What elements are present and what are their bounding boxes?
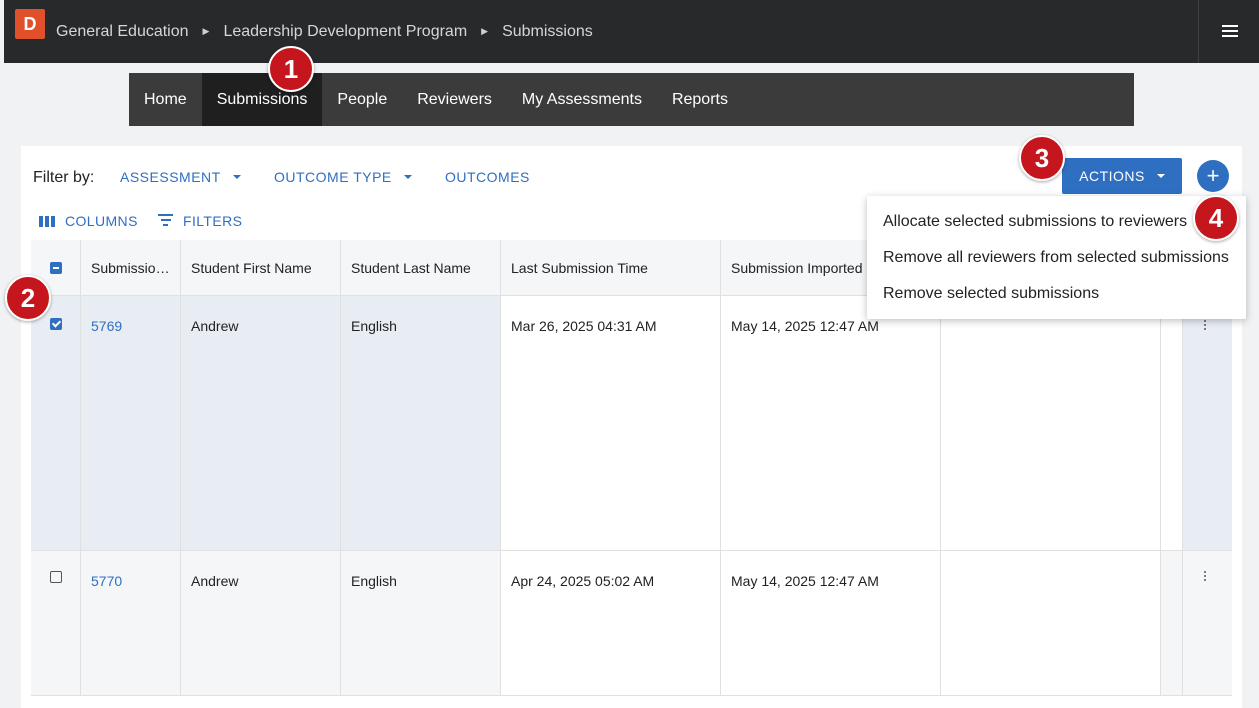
breadcrumb-general-education[interactable]: General Education <box>56 23 189 41</box>
tab-reviewers[interactable]: Reviewers <box>402 73 507 126</box>
first-name-cell: Andrew <box>181 551 341 695</box>
tab-reports[interactable]: Reports <box>657 73 743 126</box>
outcome-type-filter-button[interactable]: OUTCOME TYPE <box>274 169 412 185</box>
row-more-icon[interactable] <box>1204 571 1208 583</box>
header-first-name[interactable]: Student First Name <box>181 240 341 295</box>
menu-item-remove-reviewers[interactable]: Remove all reviewers from selected submi… <box>883 249 1229 267</box>
header-submission-id[interactable]: Submissio… <box>81 240 181 295</box>
first-name-cell: Andrew <box>181 296 341 550</box>
columns-button[interactable]: COLUMNS <box>39 213 138 229</box>
outcome-type-filter-label: OUTCOME TYPE <box>274 169 392 185</box>
last-submission-time-cell: Mar 26, 2025 04:31 AM <box>501 296 721 550</box>
last-name-cell: English <box>341 296 501 550</box>
breadcrumb-program[interactable]: Leadership Development Program <box>223 23 467 41</box>
step-badge-3: 3 <box>1019 135 1065 181</box>
submission-id-link[interactable]: 5770 <box>81 551 181 695</box>
select-all-checkbox[interactable] <box>50 262 62 274</box>
step-badge-2: 2 <box>5 275 51 321</box>
filter-label: Filter by: <box>33 169 95 186</box>
breadcrumb-submissions: Submissions <box>502 22 593 40</box>
assessment-filter-button[interactable]: ASSESSMENT <box>120 169 241 185</box>
header-last-submission-time[interactable]: Last Submission Time <box>501 240 721 295</box>
divider <box>1198 0 1199 63</box>
submission-id-link[interactable]: 5769 <box>81 296 181 550</box>
last-name-cell: English <box>341 551 501 695</box>
filter-lines-icon <box>158 213 173 229</box>
caret-down-icon <box>403 175 412 179</box>
step-badge-1: 1 <box>268 46 314 92</box>
tab-people[interactable]: People <box>322 73 402 126</box>
row-more-icon[interactable] <box>1204 320 1208 332</box>
table-row[interactable]: 5769 Andrew English Mar 26, 2025 04:31 A… <box>31 296 1232 551</box>
caret-down-icon <box>232 175 241 179</box>
columns-label: COLUMNS <box>65 213 138 229</box>
row-select-cell <box>31 296 81 550</box>
breadcrumb: General Education ▶ Leadership Developme… <box>56 0 593 63</box>
filters-button[interactable]: FILTERS <box>158 213 242 229</box>
chevron-right-icon: ▶ <box>481 26 489 36</box>
columns-icon <box>39 215 55 227</box>
hamburger-menu-icon[interactable] <box>1222 25 1238 38</box>
table-row[interactable]: 5770 Andrew English Apr 24, 2025 05:02 A… <box>31 551 1232 696</box>
app-logo[interactable]: D <box>15 9 45 39</box>
chevron-right-icon: ▶ <box>202 26 210 36</box>
menu-item-remove-submissions[interactable]: Remove selected submissions <box>883 285 1099 303</box>
tab-home[interactable]: Home <box>129 73 202 126</box>
outcomes-filter-label: OUTCOMES <box>445 169 530 185</box>
actions-label: ACTIONS <box>1079 168 1145 184</box>
step-badge-4: 4 <box>1193 195 1239 241</box>
extra-narrow-cell <box>1161 551 1183 695</box>
submission-imported-cell: May 14, 2025 12:47 AM <box>721 551 941 695</box>
extra-narrow-cell <box>1161 296 1183 550</box>
row-checkbox[interactable] <box>50 571 62 583</box>
last-submission-time-cell: Apr 24, 2025 05:02 AM <box>501 551 721 695</box>
header-last-name[interactable]: Student Last Name <box>341 240 501 295</box>
actions-button[interactable]: ACTIONS <box>1062 158 1182 194</box>
outcomes-filter-button[interactable]: OUTCOMES <box>445 169 530 185</box>
submission-imported-cell: May 14, 2025 12:47 AM <box>721 296 941 550</box>
row-select-cell <box>31 551 81 695</box>
filters-label: FILTERS <box>183 213 243 229</box>
menu-item-allocate-reviewers[interactable]: Allocate selected submissions to reviewe… <box>883 213 1187 231</box>
add-submission-button[interactable]: + <box>1197 160 1229 192</box>
extra-cell <box>941 551 1161 695</box>
caret-down-icon <box>1156 174 1165 178</box>
extra-cell <box>941 296 1161 550</box>
top-bar: D General Education ▶ Leadership Develop… <box>4 0 1259 63</box>
actions-menu: Allocate selected submissions to reviewe… <box>867 196 1246 319</box>
tab-my-assessments[interactable]: My Assessments <box>507 73 657 126</box>
row-checkbox[interactable] <box>50 318 62 330</box>
assessment-filter-label: ASSESSMENT <box>120 169 221 185</box>
